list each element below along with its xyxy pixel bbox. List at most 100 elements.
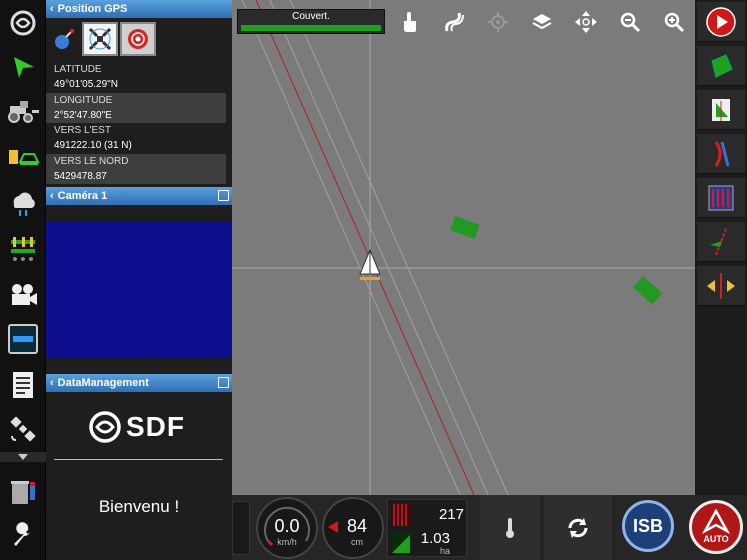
status-panel-edge xyxy=(232,501,250,555)
data-panel-body: SDF Bienvenu ! xyxy=(46,400,232,560)
toolbar-expand-handle[interactable] xyxy=(0,452,46,462)
touch-mode-button[interactable] xyxy=(396,8,424,36)
settings-button[interactable] xyxy=(3,516,43,554)
trash-button[interactable] xyxy=(3,472,43,510)
autoguidance-icon xyxy=(8,324,38,354)
zoom-in-icon xyxy=(664,12,685,33)
auto-steer-icon xyxy=(701,509,731,535)
wrench-icon xyxy=(14,522,30,546)
area-icon xyxy=(391,532,411,554)
zoom-out-button[interactable] xyxy=(616,8,644,36)
satellite-button[interactable] xyxy=(3,410,43,448)
external-link-icon[interactable] xyxy=(218,377,229,388)
nudge-button[interactable] xyxy=(697,266,745,306)
camera-panel-header[interactable]: ‹ Caméra 1 xyxy=(46,187,232,205)
field-boundary-icon xyxy=(711,53,733,78)
speed-unit: km/h xyxy=(277,537,297,547)
coverage-label: Couvert. xyxy=(292,11,330,22)
zoom-in-button[interactable] xyxy=(660,8,688,36)
speed-gauge[interactable]: 0.0 km/h xyxy=(256,497,318,559)
navigation-arrow-icon xyxy=(14,57,34,78)
pattern-button[interactable] xyxy=(697,178,745,218)
implement-icon xyxy=(9,150,40,165)
data-panel-title: DataManagement xyxy=(57,377,149,389)
autoguidance-button[interactable] xyxy=(3,320,43,358)
zoom-out-icon xyxy=(620,12,641,33)
offset-gauge[interactable]: 84 cm xyxy=(322,497,384,559)
gps-antenna-icon xyxy=(55,29,74,49)
curved-path-icon xyxy=(445,12,464,32)
signal-target-icon xyxy=(128,29,148,49)
crosshair-icon xyxy=(488,12,508,32)
shift-line-icon xyxy=(710,228,727,255)
rtk-signal-button[interactable] xyxy=(120,22,156,56)
camera-feed[interactable] xyxy=(46,221,232,358)
hand-pointer-icon xyxy=(404,12,416,32)
data-panel-header[interactable]: ‹ DataManagement xyxy=(46,374,232,392)
left-toolbar xyxy=(0,0,46,560)
record-button[interactable] xyxy=(697,2,745,42)
easting-value: 491222.10 (31 N) xyxy=(54,140,132,151)
sdf-logo-button[interactable] xyxy=(3,4,43,42)
guidance-pattern-icon xyxy=(708,185,734,210)
auto-steer-button[interactable]: AUTO xyxy=(689,500,743,554)
gps-panel-title: Position GPS xyxy=(57,3,128,15)
longitude-label: LONGITUDE xyxy=(46,93,226,109)
coverage-fill xyxy=(241,25,381,31)
lift-icon xyxy=(506,517,514,538)
section-control-icon xyxy=(11,237,35,261)
count-value: 217 xyxy=(438,506,464,523)
shift-line-button[interactable] xyxy=(697,222,745,262)
satellite-icon xyxy=(88,27,112,51)
area-value: 1.03 xyxy=(420,530,450,547)
gps-antenna-button[interactable] xyxy=(50,22,78,56)
side-panels: ‹ Position GPS LATITUDE 49°01'05.29"N LON… xyxy=(46,0,232,560)
camera-button[interactable] xyxy=(3,276,43,314)
navigation-button[interactable] xyxy=(3,48,43,86)
northing-label: VERS LE NORD xyxy=(46,154,226,170)
boundary-button[interactable] xyxy=(697,46,745,86)
satellite-icon xyxy=(10,416,36,442)
layers-button[interactable] xyxy=(528,8,556,36)
nudge-arrows-icon xyxy=(707,272,735,299)
divider xyxy=(54,459,223,460)
coverage-patch xyxy=(632,276,663,305)
speed-value: 0.0 xyxy=(274,516,300,536)
map-canvas xyxy=(232,0,695,495)
field-map[interactable]: Couvert. xyxy=(232,0,695,495)
latitude-value: 49°01'05.29"N xyxy=(54,79,118,90)
external-link-icon[interactable] xyxy=(218,190,229,201)
refresh-icon xyxy=(568,517,588,538)
ab-line-button[interactable] xyxy=(697,134,745,174)
cloud-sync-button[interactable] xyxy=(3,184,43,222)
pan-button[interactable] xyxy=(572,8,600,36)
headland-button[interactable] xyxy=(697,90,745,130)
section-control-button[interactable] xyxy=(3,230,43,268)
implement-lift-button[interactable] xyxy=(480,495,540,560)
report-button[interactable] xyxy=(3,366,43,404)
coverage-track xyxy=(241,25,381,31)
satellite-view-button[interactable] xyxy=(82,22,118,56)
curve-guidance-button[interactable] xyxy=(440,8,468,36)
isb-button[interactable]: ISB xyxy=(622,500,674,552)
welcome-message: Bienvenu ! xyxy=(98,497,180,516)
sdf-logo-icon xyxy=(89,411,121,443)
work-counters[interactable]: 217 1.03 ha xyxy=(387,499,467,557)
tractor-button[interactable] xyxy=(3,92,43,130)
chevron-left-icon: ‹ xyxy=(50,3,54,15)
sections-icon xyxy=(391,504,411,526)
tractor-icon xyxy=(8,101,39,123)
coverage-indicator: Couvert. xyxy=(237,9,385,34)
video-camera-icon xyxy=(12,284,37,305)
ab-line-icon xyxy=(714,140,730,167)
status-bar: 0.0 km/h 84 cm 217 1.03 ha ISB AUTO xyxy=(232,495,747,560)
longitude-value: 2°52'47.80"E xyxy=(46,108,226,123)
sync-button[interactable] xyxy=(544,495,612,560)
sdf-logo-icon xyxy=(10,10,36,36)
play-record-icon xyxy=(706,6,736,37)
gps-panel-header[interactable]: ‹ Position GPS xyxy=(46,0,232,18)
offset-value: 84 xyxy=(346,516,368,536)
implement-button[interactable] xyxy=(3,138,43,176)
gps-center-button[interactable] xyxy=(484,8,512,36)
auto-label: AUTO xyxy=(703,534,729,544)
